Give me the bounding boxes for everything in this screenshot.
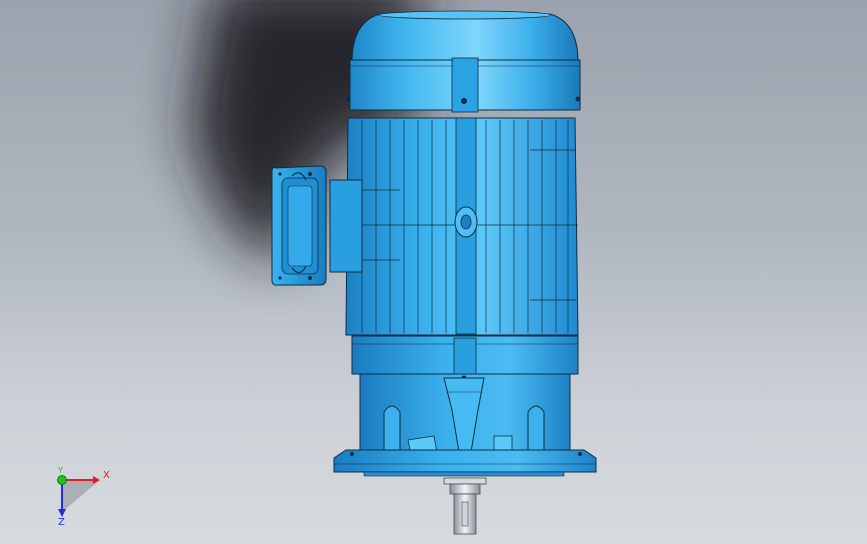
y-axis-label: Y (58, 466, 63, 475)
z-axis-label: Z (58, 517, 65, 528)
coordinate-triad[interactable] (0, 0, 867, 544)
y-axis-dot (57, 475, 67, 485)
x-axis-label: X (103, 470, 110, 481)
graphics-viewport[interactable]: X Y Z (0, 0, 867, 544)
